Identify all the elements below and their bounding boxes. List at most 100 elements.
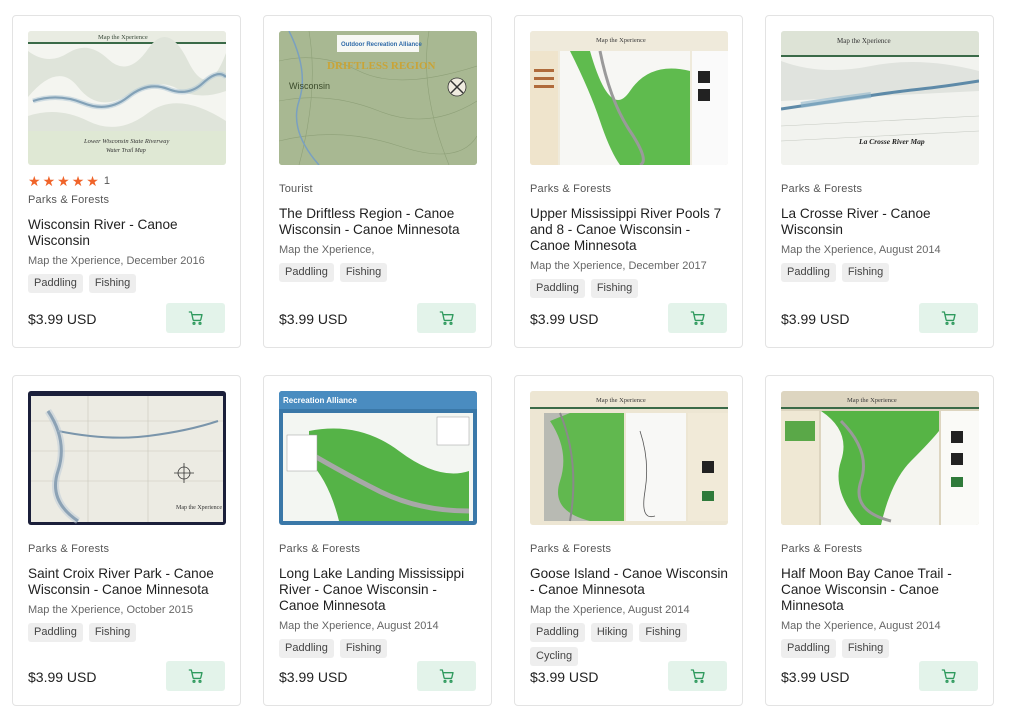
tag-list: Paddling Fishing <box>530 279 730 298</box>
shopping-cart-icon <box>690 669 705 683</box>
tag[interactable]: Fishing <box>88 274 137 293</box>
product-title[interactable]: The Driftless Region - Canoe Wisconsin -… <box>279 206 479 238</box>
product-category: Parks & Forests <box>781 183 863 195</box>
rating-stars: ★ ★ ★ ★ ★ 1 <box>28 172 228 190</box>
map-image: Map the Xperience <box>28 391 226 525</box>
product-byline: Map the Xperience, December 2016 <box>28 255 205 267</box>
shopping-cart-icon <box>941 311 956 325</box>
tag[interactable]: Fishing <box>590 279 639 298</box>
tag[interactable]: Paddling <box>28 274 83 293</box>
star-icon: ★ <box>71 173 85 189</box>
add-to-cart-button[interactable] <box>417 661 476 691</box>
product-byline: Map the Xperience, August 2014 <box>781 244 941 256</box>
product-price: $3.99 USD <box>279 311 348 327</box>
product-thumbnail[interactable]: Map the Xperience <box>530 391 728 525</box>
map-image: Map the Xperience Lower Wisconsin State … <box>28 31 226 165</box>
product-byline: Map the Xperience, August 2014 <box>781 620 941 632</box>
tag[interactable]: Fishing <box>841 263 890 282</box>
svg-text:Water Trail Map: Water Trail Map <box>106 148 146 154</box>
product-category: Tourist <box>279 183 313 195</box>
add-to-cart-button[interactable] <box>668 303 727 333</box>
product-title[interactable]: La Crosse River - Canoe Wisconsin <box>781 206 981 238</box>
tag-list: Paddling Fishing <box>781 639 981 658</box>
product-thumbnail[interactable]: Map the Xperience <box>28 391 226 525</box>
star-icon: ★ <box>42 173 56 189</box>
product-price: $3.99 USD <box>781 669 850 685</box>
tag[interactable]: Fishing <box>339 639 388 658</box>
product-thumbnail[interactable]: Map the Xperience La Crosse River Map <box>781 31 979 165</box>
tag[interactable]: Paddling <box>28 623 83 642</box>
product-title[interactable]: Wisconsin River - Canoe Wisconsin <box>28 217 228 249</box>
tag[interactable]: Paddling <box>781 639 836 658</box>
product-thumbnail[interactable]: Map the Xperience Lower Wisconsin State … <box>28 31 226 165</box>
map-image: Map the Xperience <box>530 391 728 525</box>
tag-list: Paddling Fishing <box>781 263 981 282</box>
product-title[interactable]: Long Lake Landing Mississippi River - Ca… <box>279 566 479 614</box>
svg-text:Map the Xperience: Map the Xperience <box>596 37 646 44</box>
svg-text:Map the Xperience: Map the Xperience <box>837 37 891 45</box>
tag[interactable]: Cycling <box>530 647 579 666</box>
svg-text:Map the Xperience: Map the Xperience <box>596 397 646 404</box>
product-card[interactable]: Map the Xperience Parks & Forests Saint … <box>12 375 241 706</box>
tag-list: Paddling Fishing <box>28 274 228 293</box>
svg-text:Recreation Alliance: Recreation Alliance <box>283 396 358 405</box>
svg-text:Lower Wisconsin State Riverway: Lower Wisconsin State Riverway <box>83 138 170 145</box>
product-card[interactable]: Map the Xperience La Crosse River Map Pa… <box>765 15 994 348</box>
product-category: Parks & Forests <box>530 543 612 555</box>
add-to-cart-button[interactable] <box>166 303 225 333</box>
product-grid: Map the Xperience Lower Wisconsin State … <box>12 15 994 706</box>
product-price: $3.99 USD <box>781 311 850 327</box>
product-price: $3.99 USD <box>28 669 97 685</box>
product-title[interactable]: Goose Island - Canoe Wisconsin - Canoe M… <box>530 566 730 598</box>
add-to-cart-button[interactable] <box>919 661 978 691</box>
add-to-cart-button[interactable] <box>668 661 727 691</box>
product-card[interactable]: Outdoor Recreation Alliance DRIFTLESS RE… <box>263 15 492 348</box>
tag[interactable]: Paddling <box>279 263 334 282</box>
add-to-cart-button[interactable] <box>166 661 225 691</box>
tag[interactable]: Paddling <box>530 623 585 642</box>
product-card[interactable]: Recreation Alliance Parks & Forests Long… <box>263 375 492 706</box>
map-image: Map the Xperience <box>530 31 728 165</box>
map-image: Map the Xperience <box>781 391 979 525</box>
product-title[interactable]: Half Moon Bay Canoe Trail - Canoe Wiscon… <box>781 566 981 614</box>
map-image: Map the Xperience La Crosse River Map <box>781 31 979 165</box>
add-to-cart-button[interactable] <box>417 303 476 333</box>
tag[interactable]: Paddling <box>530 279 585 298</box>
product-category: Parks & Forests <box>279 543 361 555</box>
tag-list: Paddling Hiking Fishing Cycling <box>530 623 730 666</box>
svg-text:Map the Xperience: Map the Xperience <box>847 397 897 404</box>
tag[interactable]: Fishing <box>88 623 137 642</box>
product-card[interactable]: Map the Xperience Parks & Forests Upper … <box>514 15 743 348</box>
tag[interactable]: Fishing <box>841 639 890 658</box>
shopping-cart-icon <box>188 311 203 325</box>
tag[interactable]: Paddling <box>781 263 836 282</box>
product-byline: Map the Xperience, August 2014 <box>279 620 439 632</box>
tag[interactable]: Paddling <box>279 639 334 658</box>
product-thumbnail[interactable]: Map the Xperience <box>781 391 979 525</box>
svg-text:Map the Xperience: Map the Xperience <box>176 505 222 511</box>
map-image: Recreation Alliance <box>279 391 477 525</box>
tag-list: Paddling Fishing <box>28 623 228 642</box>
tag[interactable]: Fishing <box>639 623 687 642</box>
product-thumbnail[interactable]: Map the Xperience <box>530 31 728 165</box>
product-card[interactable]: Map the Xperience Lower Wisconsin State … <box>12 15 241 348</box>
shopping-cart-icon <box>941 669 956 683</box>
product-title[interactable]: Upper Mississippi River Pools 7 and 8 - … <box>530 206 730 254</box>
tag-list: Paddling Fishing <box>279 639 479 658</box>
add-to-cart-button[interactable] <box>919 303 978 333</box>
product-thumbnail[interactable]: Recreation Alliance <box>279 391 477 525</box>
product-byline: Map the Xperience, October 2015 <box>28 604 194 616</box>
product-thumbnail[interactable]: Outdoor Recreation Alliance DRIFTLESS RE… <box>279 31 477 165</box>
product-card[interactable]: Map the Xperience Parks & Forests Goose … <box>514 375 743 706</box>
star-icon: ★ <box>86 173 99 189</box>
product-byline: Map the Xperience, <box>279 244 375 256</box>
tag[interactable]: Fishing <box>339 263 388 282</box>
product-category: Parks & Forests <box>781 543 863 555</box>
svg-text:Map the Xperience: Map the Xperience <box>98 34 148 41</box>
product-title[interactable]: Saint Croix River Park - Canoe Wisconsin… <box>28 566 228 598</box>
star-icon: ★ <box>57 173 70 189</box>
product-card[interactable]: Map the Xperience Parks & Forests Half M… <box>765 375 994 706</box>
svg-text:Wisconsin: Wisconsin <box>289 81 330 91</box>
tag[interactable]: Hiking <box>590 623 634 642</box>
product-category: Parks & Forests <box>28 543 110 555</box>
